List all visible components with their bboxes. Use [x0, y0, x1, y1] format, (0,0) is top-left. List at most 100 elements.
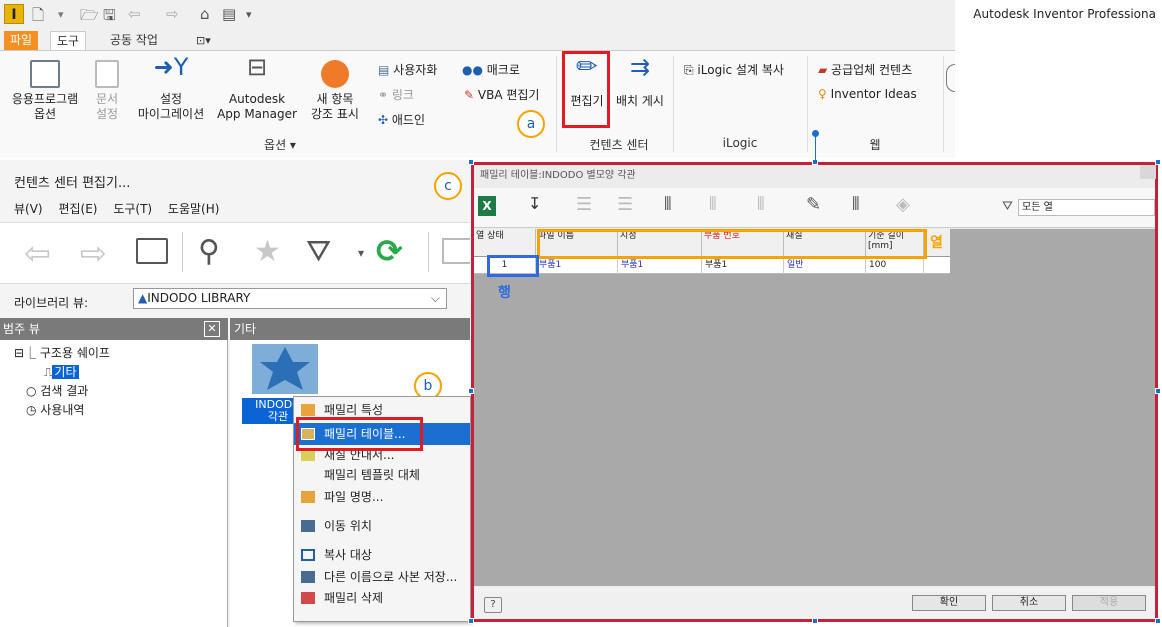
menu-help[interactable]: 도움말(H) [168, 202, 220, 216]
document-settings-button[interactable]: 문서 설정 [90, 60, 124, 122]
menu-edit[interactable]: 편집(E) [58, 202, 97, 216]
macro-button[interactable]: ●● 매크로 [462, 61, 520, 78]
annotation-column: 열 [930, 235, 943, 251]
resize-handle[interactable] [1155, 618, 1161, 624]
delete-row-icon[interactable]: ☰ [617, 194, 633, 215]
dropdown-arrow-icon[interactable]: ▾ [58, 8, 64, 21]
excel-edit-icon[interactable]: X [478, 196, 496, 216]
tree-item-structural-shapes[interactable]: ⊟⎿ 구조용 쉐이프 [14, 344, 110, 361]
context-menu-item[interactable]: 패밀리 삭제 [294, 587, 470, 609]
folder-up-icon[interactable] [136, 238, 168, 264]
batch-publish-icon: ⇉ [629, 53, 651, 81]
add-row-icon[interactable]: ☰ [576, 194, 592, 215]
library-view-select[interactable]: ▲INDODO LIBRARY ⌵ [133, 288, 447, 309]
apply-button[interactable]: 적용 [1072, 595, 1146, 611]
content-center-title: 컨텐츠 센터 편집기... [14, 176, 131, 191]
open-folder-icon[interactable]: 🗁 [80, 5, 99, 30]
resize-handle[interactable] [1155, 388, 1161, 394]
tab-tools[interactable]: 도구 [50, 31, 87, 50]
tree-view-icon[interactable] [442, 238, 470, 264]
context-menu-item[interactable]: 파일 명명... [294, 486, 470, 508]
structural-shape-icon: ⎿ [24, 346, 40, 360]
app-manager-button[interactable]: ⊟ Autodesk App Manager [214, 55, 300, 122]
globe-icon[interactable] [946, 64, 955, 92]
cancel-button[interactable]: 취소 [992, 595, 1066, 611]
addin-button[interactable]: ✣ 애드인 [378, 111, 425, 128]
link-button[interactable]: ⚭ 링크 [378, 86, 414, 103]
help-button[interactable]: ? [484, 597, 502, 613]
column-properties-icon[interactable]: ⫴ [757, 194, 765, 215]
history-clock-icon: ◷ [26, 403, 41, 417]
tab-overflow-icon[interactable]: ⊡▾ [190, 31, 217, 50]
chevron-down-icon: ⌵ [430, 291, 440, 305]
panel-options-label[interactable]: 옵션 ▾ [250, 136, 310, 153]
delete-family-icon [301, 592, 315, 604]
column-filter-select[interactable]: 모든 열 [1018, 199, 1155, 216]
table-cell[interactable]: 부품1 [702, 257, 784, 274]
forward-arrow-icon[interactable]: ⇨ [80, 234, 107, 272]
favorites-star-icon[interactable]: ★ [254, 234, 281, 269]
table-cell[interactable]: 일반 [784, 257, 866, 274]
sort-az-icon[interactable]: ↧ [528, 194, 541, 213]
add-column-icon[interactable]: ⫴ [664, 194, 672, 215]
inventor-logo-icon[interactable]: I [4, 4, 24, 24]
tree-expand-icon[interactable]: ⊟ [14, 346, 24, 360]
customize-qat-icon[interactable]: ▾ [246, 8, 252, 21]
tree-item-search-results[interactable]: ○ 검색 결과 [26, 382, 88, 399]
column-header[interactable]: 열 상태 [474, 229, 536, 257]
home-icon[interactable]: ⌂ [200, 5, 210, 23]
tab-collaborate[interactable]: 공동 작업 [104, 31, 164, 50]
back-arrow-icon[interactable]: ⇦ [24, 234, 51, 272]
undo-icon[interactable]: ⇦ [128, 5, 141, 23]
resize-handle[interactable] [468, 159, 474, 165]
new-file-icon[interactable]: 🗋 [32, 5, 44, 30]
tree-item-history[interactable]: ◷ 사용내역 [26, 401, 84, 418]
table-cell[interactable]: 부품1 [536, 257, 618, 274]
menu-view[interactable]: 뷰(V) [14, 202, 43, 216]
ilogic-copy-button[interactable]: ⎘ iLogic 설계 복사 [684, 61, 784, 78]
refresh-icon[interactable]: ⟳ [376, 232, 403, 270]
app-options-button[interactable]: 응용프로그램 옵션 [8, 60, 82, 122]
thread-info-icon[interactable]: ⫴ [852, 194, 860, 215]
context-menu-item[interactable]: 복사 대상 [294, 544, 470, 566]
editor-highlight-box [562, 51, 610, 128]
table-cell[interactable]: 부품1 [618, 257, 702, 274]
category-view-header: 범주 뷰 [0, 318, 228, 340]
search-icon[interactable]: ⚲ [198, 234, 220, 269]
batch-publish-button[interactable]: ⇉ 배치 게시 [612, 53, 668, 109]
filter-icon[interactable]: ⛛ [306, 234, 331, 269]
vba-editor-button[interactable]: ✎ VBA 편집기 [464, 86, 539, 103]
properties-icon[interactable]: ▤ [222, 5, 236, 23]
category-panel [0, 318, 228, 627]
close-icon[interactable]: ✕ [204, 321, 220, 337]
context-menu-item[interactable]: 이동 위치 [294, 515, 470, 537]
preview-icon[interactable]: ◈ [896, 194, 910, 215]
table-cell[interactable]: 100 [866, 257, 924, 274]
vendor-content-icon: ▰ [818, 63, 832, 77]
context-menu-item[interactable]: 다른 이름으로 사본 저장... [294, 566, 470, 588]
customize-button[interactable]: ▤ 사용자화 [378, 61, 437, 78]
delete-column-icon[interactable]: ⫴ [709, 194, 717, 215]
redo-icon[interactable]: ⇨ [166, 5, 179, 23]
migrate-settings-button[interactable]: ➜Y 설정 마이그레이션 [128, 55, 214, 122]
panel-separator [673, 56, 674, 152]
menu-tools[interactable]: 도구(T) [113, 202, 152, 216]
context-menu-item[interactable]: 패밀리 템플릿 대체 [294, 464, 470, 486]
title-bar [0, 0, 955, 28]
tree-item-other[interactable]: ⎍ 기타 [44, 363, 79, 380]
tab-file[interactable]: 파일 [4, 31, 39, 50]
move-to-icon [301, 520, 315, 532]
link-icon: ⚭ [378, 88, 392, 102]
family-thumbnail[interactable] [252, 344, 318, 394]
save-icon[interactable]: 🖫 [103, 5, 116, 30]
ilogic-copy-icon: ⎘ [684, 63, 698, 77]
highlight-new-icon [321, 60, 349, 88]
ok-button[interactable]: 확인 [912, 595, 986, 611]
edit-expression-icon[interactable]: ✎ [806, 194, 821, 215]
vendor-content-button[interactable]: ▰ 공급업체 컨텐츠 [818, 61, 912, 78]
close-button[interactable] [1140, 165, 1156, 179]
highlight-new-button[interactable]: 새 항목 강조 표시 [302, 60, 368, 122]
filter-dropdown-icon[interactable]: ▾ [358, 246, 364, 260]
library-view-label: 라이브러리 뷰: [14, 296, 89, 310]
inventor-ideas-button[interactable]: ♀ Inventor Ideas [818, 87, 917, 101]
